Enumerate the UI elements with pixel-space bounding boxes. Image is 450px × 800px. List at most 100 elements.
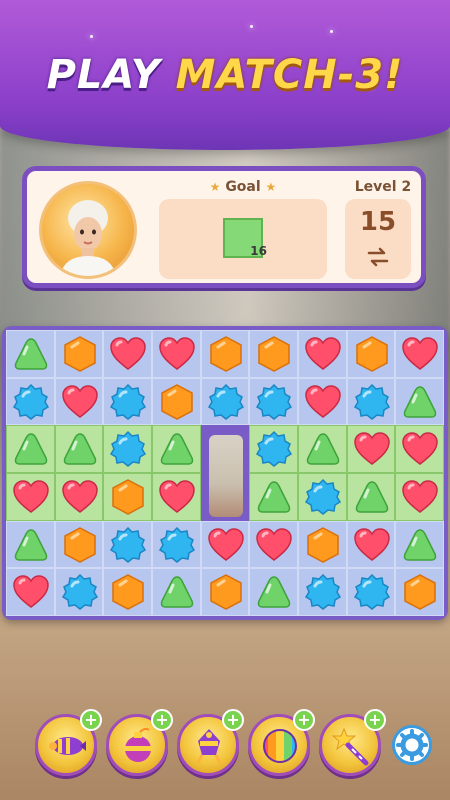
board-cell[interactable] [103,425,152,473]
board-cell[interactable] [346,472,396,521]
board-cell[interactable] [200,377,250,426]
swap-icon [367,247,389,267]
add-booster-icon[interactable]: + [80,709,102,731]
board-cell[interactable] [297,520,347,569]
add-booster-icon[interactable]: + [364,709,386,731]
heart-candy-icon [256,527,293,561]
board-cell[interactable] [103,520,152,569]
add-booster-icon[interactable]: + [222,709,244,731]
board-cell[interactable] [249,377,298,426]
board-cell[interactable] [103,377,152,426]
board-cell[interactable] [346,330,396,378]
board-cell[interactable] [54,425,104,473]
avatar [39,181,137,279]
board-cell[interactable] [200,520,250,569]
board-cell[interactable] [297,472,347,521]
board-cell[interactable] [249,330,298,378]
board-cell[interactable] [54,330,104,378]
settings-button[interactable] [392,725,432,765]
heart-candy-icon [402,480,439,513]
board-cell[interactable] [54,568,104,616]
hexagon-candy-icon [258,336,291,372]
board-cell[interactable] [103,330,152,378]
triangle-candy-icon [160,433,194,466]
board-cell[interactable] [346,425,396,473]
board-cell[interactable] [103,568,152,616]
add-booster-icon[interactable]: + [151,709,173,731]
goal-label-row: ★ Goal ★ [159,179,327,195]
board-cell[interactable] [346,568,396,616]
hexagon-candy-icon [161,383,193,420]
triangle-candy-icon [404,528,437,561]
board-cell[interactable] [6,520,55,569]
magic-wand-booster-button[interactable]: + [319,709,386,776]
triangle-candy-icon [14,338,48,370]
star-candy-icon [110,383,147,420]
board-cell[interactable] [249,520,298,569]
board-cell[interactable] [297,377,347,426]
rainbow-ball-booster-button[interactable]: + [248,709,315,776]
level-label: Level 2 [354,179,412,195]
board-cell[interactable] [297,568,347,616]
star-candy-icon [207,383,244,420]
board-cell[interactable] [151,520,201,569]
character-portrait-icon [60,200,116,276]
lamp-booster-button[interactable]: + [177,709,244,776]
hexagon-candy-icon [63,336,96,372]
star-icon: ★ [265,180,277,194]
board-cell[interactable] [395,425,444,473]
board-cell[interactable] [395,568,444,616]
star-candy-icon [256,431,293,468]
board-cell[interactable] [151,425,201,473]
board-cell[interactable] [395,377,444,426]
board-cell[interactable] [151,377,201,426]
board-cell[interactable] [346,377,396,426]
board-cell[interactable] [249,568,298,616]
board-cell[interactable] [200,568,250,616]
heart-candy-icon [110,337,147,370]
board-cell[interactable] [6,377,55,426]
board-cell[interactable] [54,472,104,521]
board-cell[interactable] [6,568,55,616]
star-candy-icon [304,574,341,611]
board-cell[interactable] [249,425,298,473]
board-cell[interactable] [395,330,444,378]
board-cell[interactable] [54,377,104,426]
board-cell[interactable] [54,520,104,569]
board-cell[interactable] [6,472,55,521]
goal-count: 16 [250,244,267,258]
rocket-booster-button[interactable]: + [35,709,102,776]
title-play: PLAY [46,52,176,98]
star-candy-icon [158,526,195,563]
blocked-slot [205,431,247,521]
goal-panel: ★ Goal ★ 16 Level 2 15 [22,166,426,288]
board-cell[interactable] [297,330,347,378]
triangle-candy-icon [355,481,388,513]
add-booster-icon[interactable]: + [293,709,315,731]
board-cell[interactable] [151,568,201,616]
bomb-booster-button[interactable]: + [106,709,173,776]
board-cell[interactable] [297,425,347,473]
triangle-candy-icon [306,433,340,466]
board-cell[interactable] [6,330,55,378]
board-cell[interactable] [6,425,55,473]
sparkle [250,25,253,28]
rainbow-ball-booster-icon [263,729,297,763]
board-cell[interactable] [151,472,201,521]
rocket-booster-icon [49,737,86,755]
heart-candy-icon [61,480,98,513]
moves-count: 15 [359,207,397,237]
board-cell[interactable] [395,472,444,521]
heart-candy-icon [159,480,195,513]
board-cell[interactable] [346,520,396,569]
board-cell[interactable] [151,330,201,378]
hexagon-candy-icon [112,479,145,515]
star-candy-icon [61,574,98,611]
board-cell[interactable] [200,330,250,378]
board-cell[interactable] [249,472,298,521]
star-candy-icon [110,526,147,563]
star-candy-icon [12,383,50,420]
board-cell[interactable] [395,520,444,569]
board-cell[interactable] [103,472,152,521]
heart-candy-icon [207,527,244,561]
